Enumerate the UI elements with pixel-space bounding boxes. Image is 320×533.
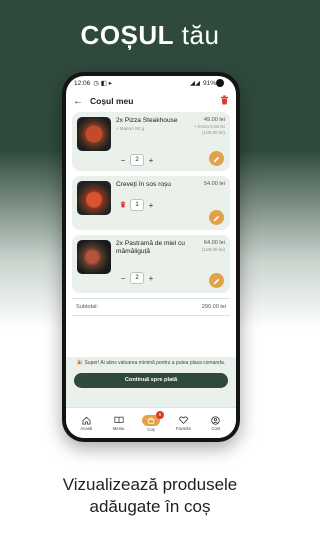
nav-item-favorites[interactable]: Favorite — [169, 415, 197, 431]
cart-count-badge: 5 — [155, 410, 164, 419]
bottom-navigation: Acasă Meniu 5 Coș Favorite Cont — [66, 407, 236, 438]
quantity-value: 2 — [130, 154, 144, 166]
trash-icon — [120, 201, 126, 210]
product-price: 49.00 lei — [203, 117, 225, 123]
home-icon — [81, 415, 92, 425]
subtotal-label: Subtotal: — [76, 304, 99, 310]
nav-item-home[interactable]: Acasă — [72, 415, 100, 431]
quantity-value: 1 — [130, 199, 144, 211]
caption-line: Vizualizează produsele — [62, 475, 238, 494]
app-screen: 12:06 ◷ ◧ ▸ ◢◢ 91% ← Coșul meu 2x Pizza … — [66, 76, 236, 438]
nav-label: Coș — [147, 426, 155, 432]
remove-item-button[interactable] — [116, 198, 130, 212]
product-extra: + Bacon 50 g — [116, 127, 145, 132]
line-total: (108.00 lei) — [202, 130, 225, 135]
back-arrow-icon[interactable]: ← — [73, 96, 83, 107]
nav-item-menu[interactable]: Meniu — [105, 415, 133, 431]
pencil-icon — [213, 209, 220, 227]
nav-label: Acasă — [80, 426, 92, 431]
increase-button[interactable]: + — [144, 153, 158, 167]
nav-label: Cont — [211, 426, 221, 431]
edit-item-button[interactable] — [209, 210, 224, 225]
caption-line: adăugate în coș — [89, 497, 211, 516]
increase-button[interactable]: + — [144, 271, 158, 285]
status-bar: 12:06 ◷ ◧ ▸ ◢◢ 91% — [66, 76, 236, 90]
promo-title-rest: tău — [181, 20, 220, 50]
product-name: Creveți în sos roșu — [116, 181, 171, 188]
decrease-button[interactable]: − — [116, 153, 130, 167]
product-image — [77, 240, 111, 274]
phone-frame: 12:06 ◷ ◧ ▸ ◢◢ 91% ← Coșul meu 2x Pizza … — [62, 72, 240, 442]
quantity-value: 2 — [130, 272, 144, 284]
product-price: 64.00 lei — [203, 240, 225, 246]
promo-title: COȘUL tău — [0, 20, 300, 51]
product-image — [77, 181, 111, 215]
page-title: Coșul meu — [90, 96, 134, 106]
pencil-icon — [213, 150, 220, 168]
clear-cart-icon[interactable] — [220, 95, 229, 107]
continue-to-payment-button[interactable]: Continuă spre plată — [74, 372, 228, 388]
cart-item: 2x Pizza Steakhouse + Bacon 50 g 49.00 l… — [72, 112, 230, 171]
status-time: 12:06 — [74, 79, 91, 87]
battery-level: 91% — [202, 79, 216, 87]
signal-icon: ◢◢ — [189, 80, 200, 87]
edit-item-button[interactable] — [209, 151, 224, 166]
product-prices: 49.00 lei + Extra 5.00 lei (108.00 lei) — [194, 117, 225, 151]
nav-label: Favorite — [175, 426, 191, 431]
product-name: 2x Pizza Steakhouse — [116, 117, 178, 124]
product-name: 2x Pastramă de miel cu mămăliguță — [116, 240, 185, 255]
cart-list: 2x Pizza Steakhouse + Bacon 50 g 49.00 l… — [66, 112, 236, 293]
pencil-icon — [213, 272, 220, 290]
cart-icon: 5 — [141, 410, 164, 426]
camera-dot — [216, 79, 224, 87]
promo-caption: Vizualizează produsele adăugate în coș — [0, 474, 300, 518]
book-icon — [113, 415, 124, 425]
cart-item: 2x Pastramă de miel cu mămăliguță 64.00 … — [72, 235, 230, 293]
product-price: 54.00 lei — [203, 181, 225, 187]
heart-icon — [178, 415, 189, 425]
increase-button[interactable]: + — [144, 198, 158, 212]
edit-item-button[interactable] — [209, 273, 224, 288]
nav-label: Meniu — [112, 426, 125, 431]
subtotal-row: Subtotal: 290.00 lei — [72, 298, 230, 316]
nav-item-account[interactable]: Cont — [202, 415, 230, 431]
product-image — [77, 117, 111, 151]
decrease-button[interactable]: − — [116, 271, 130, 285]
minimum-order-notice: 🎉 Super! Ai atins valoarea minimă pentru… — [76, 360, 226, 366]
cart-item: Creveți în sos roșu 54.00 lei 1 + — [72, 176, 230, 230]
product-prices: 64.00 lei (128.00 lei) — [202, 240, 225, 274]
account-icon — [210, 415, 221, 425]
checkout-panel: 🎉 Super! Ai atins valoarea minimă pentru… — [66, 357, 236, 407]
line-total: (128.00 lei) — [202, 247, 225, 252]
nav-item-cart[interactable]: 5 Coș — [137, 410, 165, 432]
subtotal-value: 290.00 lei — [201, 304, 226, 310]
notification-icon: ◷ ◧ ▸ — [93, 80, 112, 87]
promo-title-bold: COȘUL — [80, 20, 175, 50]
app-bar: ← Coșul meu — [66, 90, 236, 112]
